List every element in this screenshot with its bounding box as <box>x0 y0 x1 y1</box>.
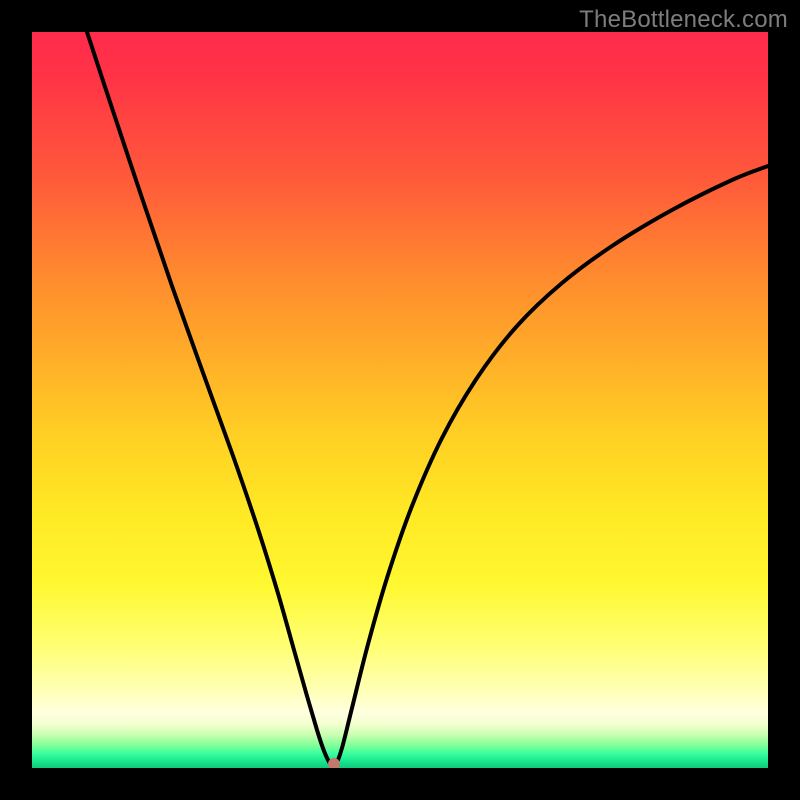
watermark-text: TheBottleneck.com <box>579 6 788 34</box>
curve-layer <box>32 32 768 768</box>
chart-frame: TheBottleneck.com <box>0 0 800 800</box>
bottleneck-curve <box>87 32 768 767</box>
plot-area <box>32 32 768 768</box>
